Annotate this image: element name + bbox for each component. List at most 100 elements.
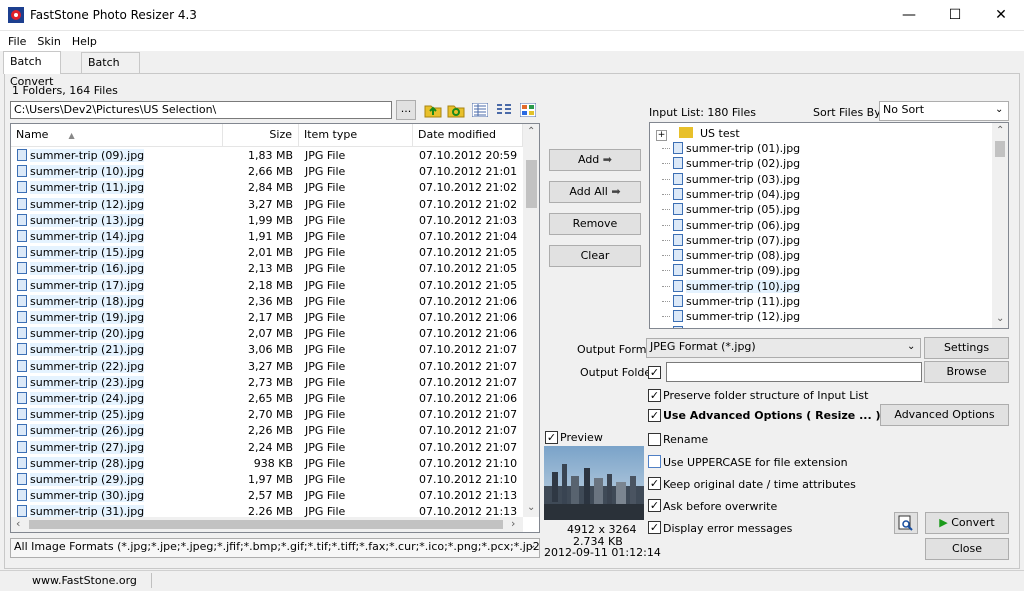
table-row[interactable]: summer-trip (13).jpg 1,99 MB JPG File 07.10…: [11, 213, 517, 229]
input-list-tree[interactable]: + US test summer-trip (01).jpg summer-tri…: [649, 122, 1009, 329]
settings-button[interactable]: Settings: [924, 337, 1009, 359]
maximize-button[interactable]: ☐: [932, 0, 978, 30]
hscroll-thumb[interactable]: [29, 520, 503, 529]
table-row[interactable]: summer-trip (21).jpg 3,06 MB JPG File 07.10…: [11, 342, 517, 358]
table-row[interactable]: summer-trip (27).jpg 2,24 MB JPG File 07.10…: [11, 440, 517, 456]
scroll-right-icon[interactable]: ›: [511, 517, 515, 530]
table-row[interactable]: summer-trip (30).jpg 2,57 MB JPG File 07.10…: [11, 488, 517, 504]
preserve-structure-checkbox[interactable]: ✓: [648, 389, 661, 402]
input-list-scrollbar[interactable]: ⌃ ⌄: [992, 123, 1008, 328]
file-name: summer-trip (17).jpg: [17, 278, 145, 294]
tree-item[interactable]: summer-trip (12).jpg: [662, 309, 800, 324]
table-row[interactable]: summer-trip (09).jpg 1,83 MB JPG File 07.10…: [11, 148, 517, 164]
add-all-button[interactable]: Add All ➡: [549, 181, 641, 203]
menu-file[interactable]: File: [0, 31, 29, 48]
table-row[interactable]: summer-trip (16).jpg 2,13 MB JPG File 07.10…: [11, 261, 517, 277]
tree-expand-icon[interactable]: +: [656, 130, 667, 141]
browse-path-button[interactable]: ...: [396, 100, 416, 120]
tree-item[interactable]: summer-trip (01).jpg: [662, 141, 800, 156]
website-link[interactable]: www.FastStone.org: [32, 574, 137, 587]
ask-overwrite-checkbox[interactable]: ✓: [648, 499, 661, 512]
table-row[interactable]: summer-trip (12).jpg 3,27 MB JPG File 07.10…: [11, 197, 517, 213]
output-format-dropdown[interactable]: JPEG Format (*.jpg) ⌄: [646, 338, 921, 358]
clear-button[interactable]: Clear: [549, 245, 641, 267]
tree-item[interactable]: summer-trip (06).jpg: [662, 218, 800, 233]
add-button[interactable]: Add ➡: [549, 149, 641, 171]
preview-checkbox[interactable]: ✓: [545, 431, 558, 444]
table-row[interactable]: summer-trip (15).jpg 2,01 MB JPG File 07.10…: [11, 245, 517, 261]
table-row[interactable]: summer-trip (17).jpg 2,18 MB JPG File 07.10…: [11, 278, 517, 294]
file-list[interactable]: Name ▲ Size Item type Date modified summe…: [10, 123, 540, 533]
tab-batch-rename[interactable]: Batch Rename: [81, 52, 141, 89]
scroll-left-icon[interactable]: ‹: [16, 517, 20, 530]
tree-item[interactable]: summer-trip (09).jpg: [662, 263, 800, 278]
tree-folder-row[interactable]: + US test: [656, 126, 740, 141]
table-row[interactable]: summer-trip (14).jpg 1,91 MB JPG File 07.10…: [11, 229, 517, 245]
list-view-icon[interactable]: [496, 103, 512, 117]
tree-item[interactable]: summer-trip (05).jpg: [662, 202, 800, 217]
minimize-button[interactable]: —: [886, 0, 932, 30]
table-row[interactable]: summer-trip (18).jpg 2,36 MB JPG File 07.10…: [11, 294, 517, 310]
file-type-filter[interactable]: All Image Formats (*.jpg;*.jpe;*.jpeg;*.…: [10, 538, 540, 558]
tree-scroll-thumb[interactable]: [995, 141, 1005, 157]
file-name-text: summer-trip (18).jpg: [30, 294, 145, 308]
table-row[interactable]: summer-trip (10).jpg 2,66 MB JPG File 07.10…: [11, 164, 517, 180]
output-folder-checkbox[interactable]: ✓: [648, 366, 661, 379]
file-list-hscrollbar[interactable]: ‹ ›: [11, 517, 523, 532]
uppercase-checkbox[interactable]: [648, 455, 661, 468]
tree-item[interactable]: summer-trip (02).jpg: [662, 156, 800, 171]
column-name[interactable]: Name ▲: [11, 124, 223, 146]
tree-item[interactable]: summer-trip (08).jpg: [662, 248, 800, 263]
menu-help[interactable]: Help: [64, 31, 100, 48]
column-date-modified[interactable]: Date modified: [413, 124, 523, 146]
convert-button[interactable]: ▶ Convert: [925, 512, 1009, 534]
output-folder-input[interactable]: [666, 362, 922, 382]
tab-batch-convert[interactable]: Batch Convert: [3, 51, 61, 88]
close-button[interactable]: Close: [925, 538, 1009, 560]
tree-item[interactable]: summer-trip (10).jpg: [662, 279, 801, 294]
file-list-vscrollbar[interactable]: ⌃ ⌄: [523, 124, 539, 517]
file-date: 07.10.2012 21:02: [419, 181, 518, 195]
display-errors-checkbox[interactable]: ✓: [648, 521, 661, 534]
browse-button[interactable]: Browse: [924, 361, 1009, 383]
refresh-folder-icon[interactable]: [447, 102, 465, 118]
rename-checkbox[interactable]: [648, 433, 661, 446]
table-row[interactable]: summer-trip (11).jpg 2,84 MB JPG File 07.10…: [11, 180, 518, 196]
table-row[interactable]: summer-trip (26).jpg 2,26 MB JPG File 07.10…: [11, 423, 517, 439]
preview-zoom-button[interactable]: [894, 512, 918, 534]
table-row[interactable]: summer-trip (29).jpg 1,97 MB JPG File 07.10…: [11, 472, 517, 488]
sort-files-dropdown[interactable]: No Sort ⌄: [879, 101, 1009, 121]
tree-item[interactable]: summer-trip (13).jpg: [662, 325, 800, 328]
advanced-options-checkbox[interactable]: ✓: [648, 409, 661, 422]
path-input[interactable]: C:\Users\Dev2\Pictures\US Selection\: [10, 101, 392, 119]
details-view-icon[interactable]: [472, 103, 488, 117]
folder-up-icon[interactable]: [424, 102, 442, 118]
column-size[interactable]: Size: [223, 124, 299, 146]
tree-item[interactable]: summer-trip (04).jpg: [662, 187, 800, 202]
table-row[interactable]: summer-trip (25).jpg 2,70 MB JPG File 07.10…: [11, 407, 517, 423]
jpg-file-icon: [17, 230, 27, 242]
table-row[interactable]: summer-trip (20).jpg 2,07 MB JPG File 07.10…: [11, 326, 517, 342]
table-row[interactable]: summer-trip (22).jpg 3,27 MB JPG File 07.10…: [11, 359, 517, 375]
tree-item[interactable]: summer-trip (11).jpg: [662, 294, 800, 309]
scroll-up-icon[interactable]: ⌃: [527, 126, 535, 137]
close-window-button[interactable]: ✕: [978, 0, 1024, 30]
menu-skin[interactable]: Skin: [29, 31, 63, 48]
table-row[interactable]: summer-trip (28).jpg 938 KB JPG File 07.10.…: [11, 456, 517, 472]
keep-date-checkbox[interactable]: ✓: [648, 477, 661, 490]
advanced-options-button[interactable]: Advanced Options: [880, 404, 1009, 426]
thumbnail-view-icon[interactable]: [520, 103, 536, 117]
file-type: JPG File: [305, 375, 346, 389]
table-row[interactable]: summer-trip (19).jpg 2,17 MB JPG File 07.10…: [11, 310, 517, 326]
remove-button[interactable]: Remove: [549, 213, 641, 235]
table-row[interactable]: summer-trip (31).jpg 2.26 MB JPG File 07.10…: [11, 504, 517, 518]
scroll-thumb[interactable]: [526, 160, 537, 208]
table-row[interactable]: summer-trip (23).jpg 2,73 MB JPG File 07.10…: [11, 375, 517, 391]
tree-item[interactable]: summer-trip (07).jpg: [662, 233, 800, 248]
scroll-down-icon[interactable]: ⌄: [527, 502, 535, 513]
column-item-type[interactable]: Item type: [299, 124, 413, 146]
table-row[interactable]: summer-trip (24).jpg 2,65 MB JPG File 07.10…: [11, 391, 517, 407]
tree-scroll-down-icon[interactable]: ⌄: [996, 313, 1004, 324]
tree-scroll-up-icon[interactable]: ⌃: [996, 125, 1004, 136]
tree-item[interactable]: summer-trip (03).jpg: [662, 172, 800, 187]
